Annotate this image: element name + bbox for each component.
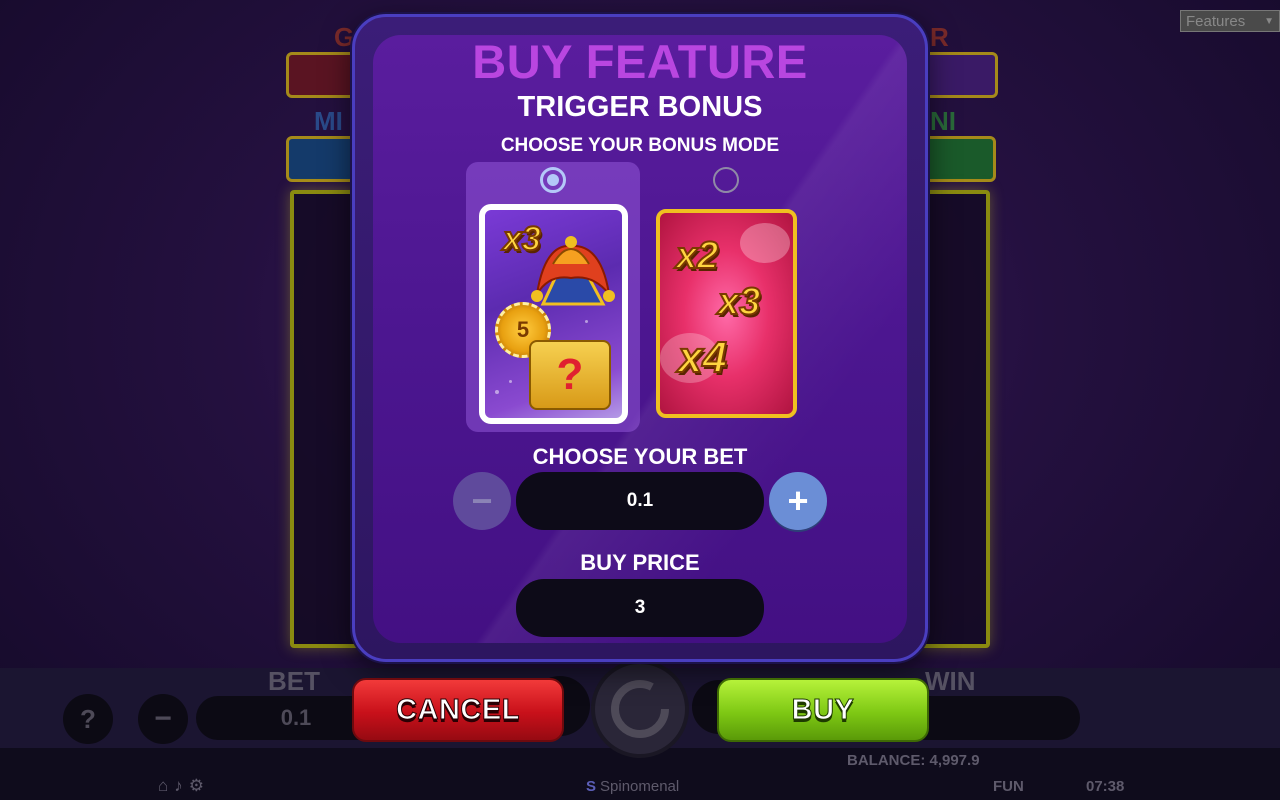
mystery-chest-icon: ? [529,340,611,410]
bonus-mode-label: CHOOSE YOUR BONUS MODE [500,135,780,156]
chest-question-mark: ? [556,350,584,399]
bet-minus-button[interactable]: − [453,472,511,530]
settings-icon[interactable]: ⚙ [189,776,204,796]
features-dropdown-label: Features [1186,12,1246,30]
bg-reel-left [290,190,360,648]
mode-text: FUN [993,778,1024,795]
modal-title: BUY FEATURE [472,35,808,88]
chevron-down-icon: ▼ [1264,15,1274,27]
buy-price-field: 3 [516,579,764,637]
bonus-mode-2-multiplier-3: x4 [677,332,728,383]
bet-value-field: 0.1 [516,472,764,530]
bonus-mode-2-multiplier-1: x2 [675,234,719,278]
cloud [740,223,790,263]
footer-icons: ⌂ ♪ ⚙ [158,776,204,796]
buy-price-label: BUY PRICE [580,550,700,575]
bet-label: BET [268,666,320,696]
bonus-mode-2-radio[interactable] [713,167,739,193]
bonus-mode-1-card[interactable]: x3 5 ? [479,204,628,424]
sparkle [495,390,499,394]
bet-value: 0.1 [280,705,312,730]
spin-refresh-icon [611,680,669,738]
modal-subtitle: TRIGGER BONUS [517,91,763,123]
bonus-mode-1-multiplier: x3 [502,219,542,259]
modal-bet-value: 0.1 [626,490,654,511]
help-button[interactable]: ? [63,694,113,744]
sparkle [509,380,512,383]
bet-plus-button[interactable]: + [769,472,827,530]
sparkle [585,320,588,323]
bonus-mode-2-card[interactable]: x2 x3 x4 [656,209,797,418]
win-label: WIN [925,666,976,696]
buy-button[interactable]: BUY [717,678,929,742]
bet-chooser-label: CHOOSE YOUR BET [532,444,748,469]
bonus-mode-1-radio[interactable] [540,167,566,193]
clock-text: 07:38 [1086,778,1125,795]
cancel-button[interactable]: CANCEL [352,678,564,742]
buy-price-value: 3 [634,597,646,618]
balance-text: BALANCE: 4,997.9 [847,752,980,769]
features-dropdown[interactable]: Features ▼ [1180,10,1280,32]
sound-icon[interactable]: ♪ [174,776,183,796]
bet-decrease-button[interactable]: − [138,694,188,744]
bg-reel-right [918,190,990,648]
brand-s-icon: S [586,778,597,795]
bonus-mode-2-multiplier-2: x3 [717,280,761,324]
brand-name: Spinomenal [600,778,680,795]
brand-logo: S Spinomenal [586,778,679,795]
chip-value: 5 [516,317,530,342]
spin-button[interactable] [591,660,689,758]
home-icon[interactable]: ⌂ [158,776,168,796]
